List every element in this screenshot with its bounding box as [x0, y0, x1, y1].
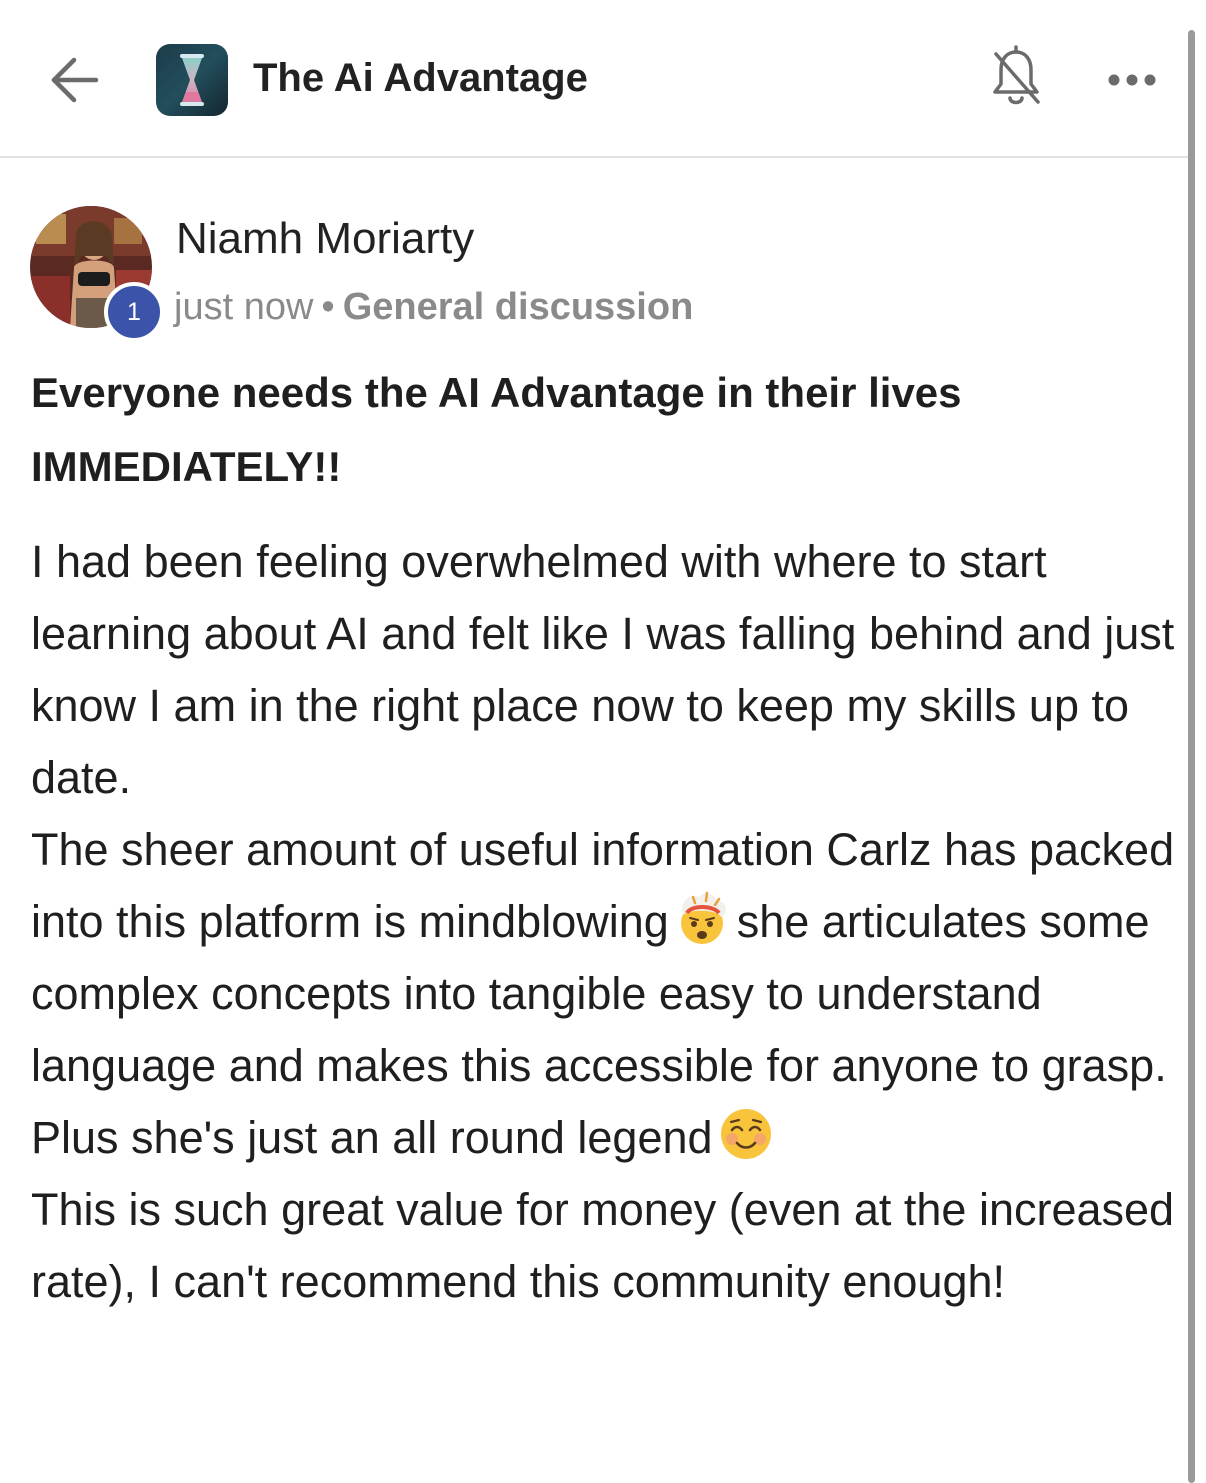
- bell-muted-icon: [993, 45, 1040, 105]
- back-button[interactable]: [44, 50, 104, 110]
- post-paragraph-3: This is such great value for money (even…: [31, 1184, 1175, 1307]
- post-paragraph-1: I had been feeling overwhelmed with wher…: [31, 536, 1175, 803]
- exploding-head-emoji: [680, 891, 726, 944]
- post-body: I had been feeling overwhelmed with wher…: [31, 526, 1181, 1318]
- ellipsis-icon: [1108, 74, 1156, 86]
- post-meta: just now • General discussion: [174, 286, 693, 329]
- community-title[interactable]: The Ai Advantage: [253, 56, 588, 101]
- notifications-button[interactable]: [988, 44, 1044, 112]
- smiling-face-emoji: [720, 1109, 771, 1159]
- arrow-left-icon: [51, 57, 99, 103]
- hourglass-logo: [156, 44, 228, 116]
- post-title: Everyone needs the AI Advantage in their…: [31, 369, 962, 490]
- post-paragraph-2: The sheer amount of useful information C…: [31, 814, 1181, 1174]
- author-name[interactable]: Niamh Moriarty: [176, 214, 474, 264]
- more-options-button[interactable]: [1104, 60, 1164, 100]
- community-logo[interactable]: [156, 44, 228, 116]
- author-avatar-wrapper[interactable]: 1: [30, 206, 164, 342]
- meta-separator: •: [321, 286, 335, 328]
- post-category-link[interactable]: General discussion: [343, 286, 694, 328]
- level-badge: 1: [104, 282, 164, 342]
- top-bar: The Ai Advantage: [0, 0, 1188, 158]
- post-timestamp: just now: [174, 286, 314, 328]
- scrollbar[interactable]: [1188, 30, 1195, 1483]
